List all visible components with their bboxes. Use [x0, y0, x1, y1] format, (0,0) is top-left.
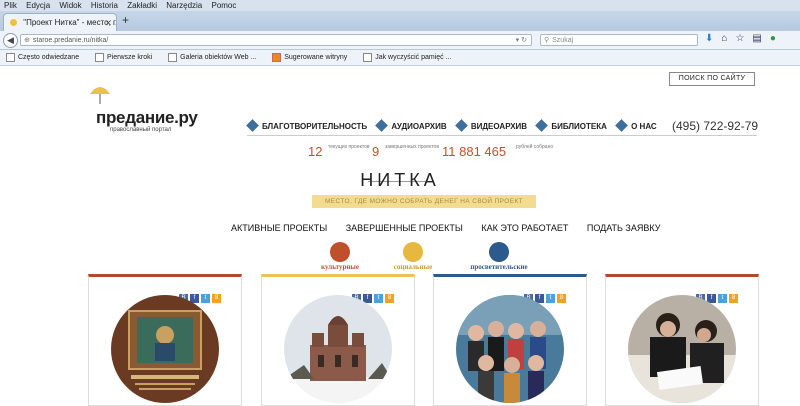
odnoklassniki-icon[interactable]: 8 — [557, 294, 566, 303]
social-share: Вft8 — [350, 286, 394, 303]
menu-history[interactable]: Historia — [91, 1, 118, 10]
project-card[interactable]: Вft8 — [88, 274, 242, 406]
social-share: Вft8 — [522, 286, 566, 303]
social-share: Вft8 — [694, 286, 738, 303]
odnoklassniki-icon[interactable]: 8 — [729, 294, 738, 303]
category-cultural[interactable]: культурные — [318, 242, 362, 271]
diamond-icon — [454, 119, 468, 132]
browser-menu-bar: Plik Edycja Widok Historia Zakładki Narz… — [0, 0, 800, 11]
tab-strip: "Проект Нитка" - место, г... ✕ + — [0, 11, 800, 32]
home-icon[interactable]: ⌂ — [721, 33, 735, 44]
project-menu: АКТИВНЫЕ ПРОЕКТЫ ЗАВЕРШЕННЫЕ ПРОЕКТЫ КАК… — [231, 223, 676, 233]
new-tab-button[interactable]: + — [122, 13, 129, 27]
favicon-icon — [10, 19, 17, 27]
menu-help[interactable]: Pomoc — [211, 1, 236, 10]
globe-icon — [489, 242, 509, 262]
people-icon — [403, 242, 423, 262]
project-card[interactable]: Вft8 — [433, 274, 587, 406]
tab-title: "Проект Нитка" - место, г... — [23, 18, 117, 27]
site-search-button[interactable]: ПОИСК ПО САЙТУ — [669, 72, 755, 86]
category-educational[interactable]: просветительские — [462, 242, 536, 271]
search-placeholder: Szukaj — [552, 37, 574, 44]
bookmark-icon — [272, 52, 282, 62]
bookmark-icon — [95, 52, 105, 62]
close-tab-icon[interactable]: ✕ — [104, 14, 112, 32]
addon-icon[interactable]: ● — [770, 33, 784, 44]
odnoklassniki-icon[interactable]: 8 — [385, 294, 394, 303]
bookmark-icon — [363, 52, 373, 62]
diamond-icon — [615, 119, 628, 132]
bookmark-item[interactable]: Sugerowane witryny — [272, 52, 347, 62]
diamond-icon — [375, 119, 389, 132]
book-cover-photo — [111, 295, 219, 403]
navigation-bar: ◀ ⊕ starое.predanie.ru/nitka/ ▾ ↻ ⚲ Szukaj… — [0, 31, 800, 50]
bookmarks-bar: Często odwiedzane Pierwsze kroki Galeria… — [0, 50, 800, 66]
browser-tab[interactable]: "Проект Нитка" - место, г... ✕ — [3, 13, 117, 32]
ruined-church-photo — [284, 295, 392, 403]
category-social[interactable]: социальные — [388, 242, 438, 271]
tab-completed-projects[interactable]: ЗАВЕРШЕННЫЕ ПРОЕКТЫ — [346, 223, 463, 233]
twitter-icon[interactable]: t — [201, 294, 210, 303]
tab-how-it-works[interactable]: КАК ЭТО РАБОТАЕТ — [481, 223, 568, 233]
project-card[interactable]: Вft8 — [605, 274, 759, 406]
social-share: Вft8 — [177, 286, 221, 303]
diamond-icon — [535, 119, 549, 132]
bookmark-item[interactable]: Często odwiedzane — [6, 52, 79, 62]
bookmark-item[interactable]: Galeria obiektów Web ... — [168, 52, 256, 62]
logo-subtitle: православный портал — [110, 127, 172, 133]
bookmark-item[interactable]: Jak wyczyścić pamięć ... — [363, 52, 451, 62]
monks-reading-photo — [628, 295, 736, 403]
nav-library[interactable]: БИБЛИОТЕКА — [535, 119, 607, 132]
diamond-icon — [246, 119, 259, 132]
menu-view[interactable]: Widok — [59, 1, 81, 10]
tab-submit-request[interactable]: ПОДАТЬ ЗАЯВКУ — [587, 223, 661, 233]
menu-edit[interactable]: Edycja — [26, 1, 50, 10]
project-title: НИТКА — [360, 170, 440, 190]
building-icon — [330, 242, 350, 262]
stat-raised: 11 881 465 рублей собрано — [442, 144, 554, 159]
search-icon: ⚲ — [544, 37, 550, 44]
twitter-icon[interactable]: t — [374, 294, 383, 303]
bookmark-item[interactable]: Pierwsze kroki — [95, 52, 152, 62]
group-photo — [456, 295, 564, 403]
reload-icon[interactable]: ▾ ↻ — [516, 35, 527, 47]
twitter-icon[interactable]: t — [718, 294, 727, 303]
umbrella-logo-icon — [90, 87, 110, 104]
nav-video[interactable]: ВИДЕОАРХИВ — [454, 119, 527, 132]
project-card[interactable]: Вft8 — [261, 274, 415, 406]
odnoklassniki-icon[interactable]: 8 — [212, 294, 221, 303]
bookmark-icon — [168, 52, 178, 62]
menu-tools[interactable]: Narzędzia — [166, 1, 202, 10]
nav-about[interactable]: О НАС — [615, 119, 657, 132]
menu-bookmarks[interactable]: Zakładki — [127, 1, 157, 10]
browser-search-input[interactable]: ⚲ Szukaj — [540, 34, 698, 46]
menu-file[interactable]: Plik — [4, 1, 17, 10]
site-nav: БЛАГОТВОРИТЕЛЬНОСТЬ АУДИОАРХИВ ВИДЕОАРХИ… — [246, 119, 665, 132]
tagline-ribbon: МЕСТО, ГДЕ МОЖНО СОБРАТЬ ДЕНЕГ НА СВОЙ П… — [312, 195, 536, 208]
twitter-icon[interactable]: t — [546, 294, 555, 303]
bookmark-star-icon[interactable]: ☆ — [735, 33, 752, 44]
nav-audio[interactable]: АУДИОАРХИВ — [375, 119, 447, 132]
tab-active-projects[interactable]: АКТИВНЫЕ ПРОЕКТЫ — [231, 223, 327, 233]
stat-completed: 9 завершенных проектов — [372, 144, 439, 159]
back-button[interactable]: ◀ — [3, 33, 18, 48]
download-icon[interactable]: ⬇ — [705, 33, 721, 44]
nav-charity[interactable]: БЛАГОТВОРИТЕЛЬНОСТЬ — [246, 119, 367, 132]
bookmark-icon — [6, 52, 15, 62]
site-logo[interactable]: предание.ру — [96, 108, 198, 128]
phone-number: (495) 722-92-79 — [672, 119, 759, 133]
library-icon[interactable]: ▤ — [752, 33, 769, 44]
stat-current: 12 текущих проектов — [308, 144, 370, 159]
toolbar-icons: ⬇⌂☆▤● — [705, 33, 784, 44]
globe-icon: ⊕ — [24, 37, 30, 44]
header-divider — [247, 135, 757, 136]
url-text: starое.predanie.ru/nitka/ — [32, 37, 109, 44]
url-bar[interactable]: ⊕ starое.predanie.ru/nitka/ ▾ ↻ — [20, 34, 532, 46]
